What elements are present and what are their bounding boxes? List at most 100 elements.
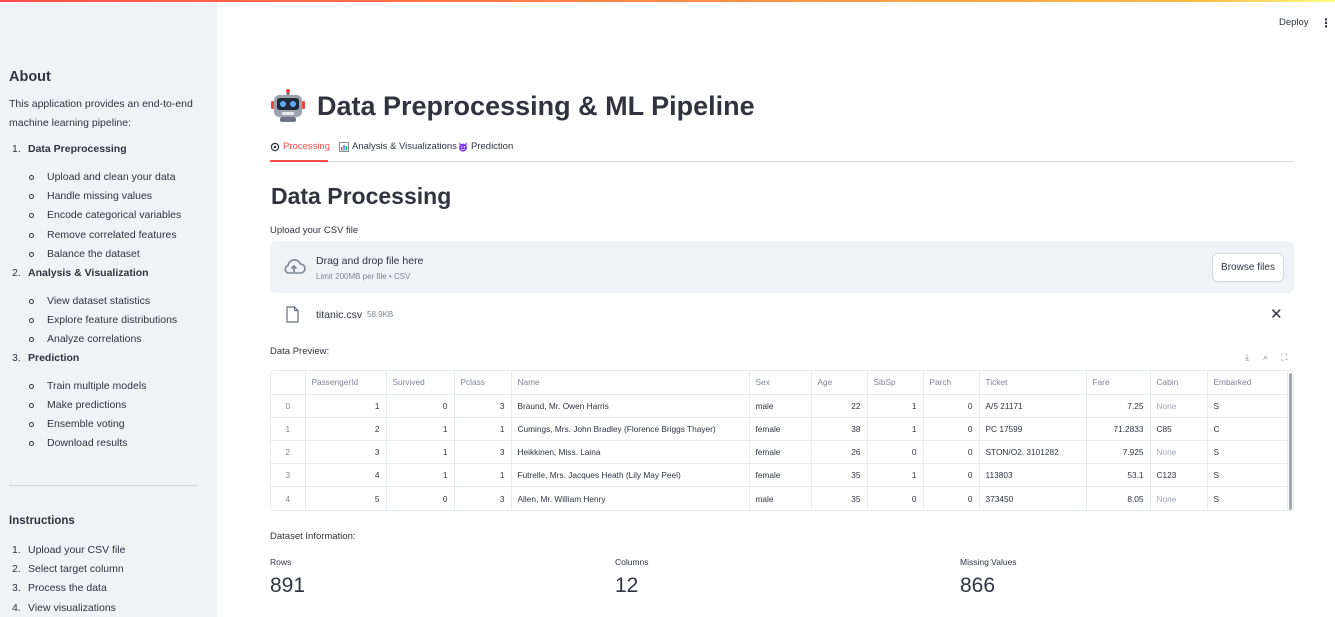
close-icon[interactable]: ✕ xyxy=(1270,307,1283,322)
data-preview-table[interactable]: PassengerId Survived Pclass Name Sex Age… xyxy=(270,370,1294,511)
table-cell[interactable]: 3 xyxy=(454,394,512,418)
table-cell[interactable]: female xyxy=(749,417,812,442)
table-cell[interactable]: 53.1 xyxy=(1086,463,1151,488)
column-header[interactable]: SibSp xyxy=(867,371,924,395)
table-cell[interactable]: None xyxy=(1150,440,1208,465)
table-cell[interactable]: female xyxy=(749,440,812,465)
table-cell[interactable]: 0 xyxy=(923,486,980,510)
table-cell[interactable]: 1 xyxy=(867,463,924,488)
about-text: This application provides an end-to-end … xyxy=(9,98,193,129)
table-cell[interactable]: 0 xyxy=(386,486,455,510)
table-cell[interactable]: 113803 xyxy=(979,463,1087,488)
table-cell[interactable]: C xyxy=(1207,417,1288,442)
table-cell[interactable]: 7.25 xyxy=(1086,394,1151,418)
table-cell[interactable]: 7.925 xyxy=(1086,440,1151,465)
table-cell[interactable]: 35 xyxy=(811,486,868,510)
table-cell[interactable]: male xyxy=(749,394,812,418)
table-cell[interactable]: 1 xyxy=(386,417,455,442)
kebab-menu-icon[interactable]: ⋮ xyxy=(1320,16,1332,30)
table-cell[interactable]: 3 xyxy=(454,486,512,510)
table-cell[interactable]: PC 17599 xyxy=(979,417,1087,442)
table-cell[interactable]: male xyxy=(749,486,812,510)
deploy-button[interactable]: Deploy xyxy=(1279,17,1309,28)
column-header[interactable]: Ticket xyxy=(979,371,1087,395)
column-header[interactable]: Cabin xyxy=(1150,371,1208,395)
table-cell[interactable]: None xyxy=(1150,486,1208,510)
column-header[interactable]: Name xyxy=(511,371,750,395)
table-cell[interactable]: 3 xyxy=(305,440,387,465)
table-cell[interactable]: 0 xyxy=(386,394,455,418)
table-cell[interactable]: Cumings, Mrs. John Bradley (Florence Bri… xyxy=(511,417,750,442)
table-cell[interactable]: 0 xyxy=(923,417,980,442)
table-cell[interactable]: 1 xyxy=(867,394,924,418)
table-cell[interactable]: S xyxy=(1207,440,1288,465)
data-table: PassengerId Survived Pclass Name Sex Age… xyxy=(271,371,1288,510)
table-cell[interactable]: 373450 xyxy=(979,486,1087,510)
table-cell[interactable]: Heikkinen, Miss. Laina xyxy=(511,440,750,465)
table-cell[interactable]: 22 xyxy=(811,394,868,418)
browse-files-button[interactable]: Browse files xyxy=(1212,253,1284,282)
table-cell[interactable]: 4 xyxy=(305,463,387,488)
fullscreen-icon[interactable]: ⛶ xyxy=(1281,352,1287,363)
list-item: Make predictions xyxy=(47,399,127,411)
table-cell[interactable]: S xyxy=(1207,463,1288,488)
table-cell[interactable]: 0 xyxy=(867,486,924,510)
column-header[interactable]: Sex xyxy=(749,371,812,395)
table-cell[interactable]: 0 xyxy=(923,463,980,488)
table-cell[interactable]: 1 xyxy=(454,417,512,442)
table-row[interactable]: 0 1 0 3 Braund, Mr. Owen Harris male 22 … xyxy=(271,394,1288,418)
table-cell[interactable]: 1 xyxy=(305,394,387,418)
search-icon[interactable]: ⌕ xyxy=(1263,352,1268,363)
table-cell[interactable]: 0 xyxy=(867,440,924,465)
download-icon[interactable]: ⤓ xyxy=(1245,352,1249,363)
table-cell[interactable]: S xyxy=(1207,394,1288,418)
table-cell[interactable]: 26 xyxy=(811,440,868,465)
table-cell[interactable]: Futrelle, Mrs. Jacques Heath (Lily May P… xyxy=(511,463,750,488)
column-header[interactable]: Survived xyxy=(386,371,455,395)
column-header[interactable]: Pclass xyxy=(454,371,512,395)
table-cell[interactable]: C123 xyxy=(1150,463,1208,488)
bullet-icon xyxy=(29,194,34,199)
bullet-icon xyxy=(29,299,34,304)
table-cell[interactable]: 2 xyxy=(305,417,387,442)
column-header[interactable]: PassengerId xyxy=(305,371,387,395)
metric-value-rows: 891 xyxy=(270,574,306,597)
table-cell[interactable]: 35 xyxy=(811,463,868,488)
column-header[interactable]: Age xyxy=(811,371,868,395)
tab-processing[interactable]: Processing xyxy=(270,141,330,152)
table-cell[interactable]: 8.05 xyxy=(1086,486,1151,510)
table-scrollbar[interactable] xyxy=(1289,373,1292,510)
active-tab-indicator xyxy=(270,160,328,162)
table-cell[interactable]: 0 xyxy=(923,394,980,418)
tab-analysis-visualizations[interactable]: Analysis & Visualizations xyxy=(339,141,457,152)
table-cell[interactable]: female xyxy=(749,463,812,488)
file-dropzone[interactable]: Drag and drop file here Limit 200MB per … xyxy=(270,241,1294,293)
column-header[interactable] xyxy=(271,371,306,395)
table-cell[interactable]: C85 xyxy=(1150,417,1208,442)
bullet-icon xyxy=(29,384,34,389)
table-cell[interactable]: 1 xyxy=(454,463,512,488)
table-row[interactable]: 1 2 1 1 Cumings, Mrs. John Bradley (Flor… xyxy=(271,417,1288,442)
table-cell[interactable]: 1 xyxy=(386,440,455,465)
table-row[interactable]: 3 4 1 1 Futrelle, Mrs. Jacques Heath (Li… xyxy=(271,463,1288,488)
table-cell[interactable]: 0 xyxy=(923,440,980,465)
table-cell[interactable]: 1 xyxy=(386,463,455,488)
table-cell[interactable]: Allen, Mr. William Henry xyxy=(511,486,750,510)
table-cell[interactable]: 1 xyxy=(867,417,924,442)
tab-prediction[interactable]: Prediction xyxy=(458,141,513,152)
table-cell[interactable]: 5 xyxy=(305,486,387,510)
table-cell[interactable]: STON/O2. 3101282 xyxy=(979,440,1087,465)
column-header[interactable]: Parch xyxy=(923,371,980,395)
table-row[interactable]: 2 3 1 3 Heikkinen, Miss. Laina female 26… xyxy=(271,440,1288,465)
dropzone-subtitle: Limit 200MB per file • CSV xyxy=(316,272,411,281)
table-cell[interactable]: 71.2833 xyxy=(1086,417,1151,442)
table-cell[interactable]: Braund, Mr. Owen Harris xyxy=(511,394,750,418)
table-cell[interactable]: None xyxy=(1150,394,1208,418)
table-cell[interactable]: 3 xyxy=(454,440,512,465)
column-header[interactable]: Fare xyxy=(1086,371,1151,395)
table-cell[interactable]: A/5 21171 xyxy=(979,394,1087,418)
table-row[interactable]: 4 5 0 3 Allen, Mr. William Henry male 35… xyxy=(271,486,1288,510)
table-cell[interactable]: S xyxy=(1207,486,1288,510)
table-cell[interactable]: 38 xyxy=(811,417,868,442)
column-header[interactable]: Embarked xyxy=(1207,371,1288,395)
